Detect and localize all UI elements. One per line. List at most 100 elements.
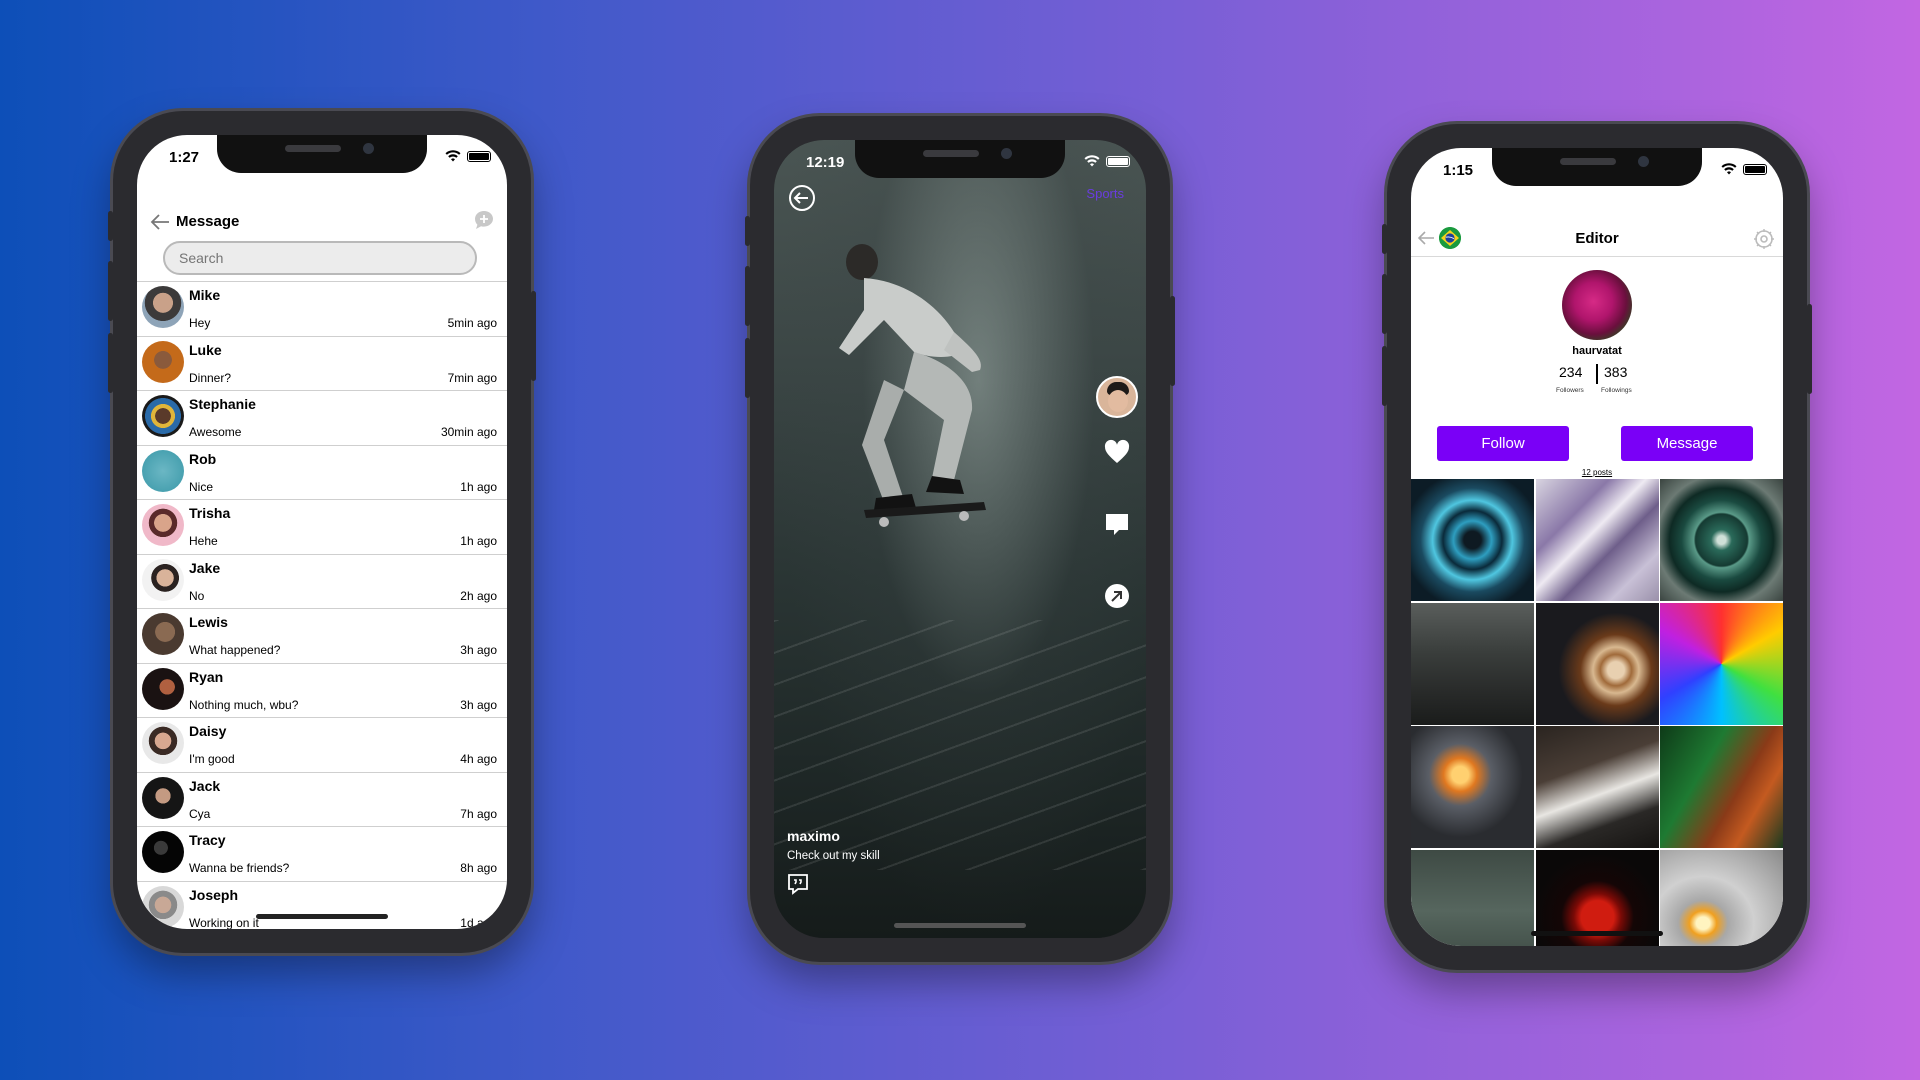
last-message: No xyxy=(189,588,205,603)
status-time: 1:15 xyxy=(1443,162,1474,179)
last-message: What happened? xyxy=(189,643,281,657)
video-frame[interactable] xyxy=(774,140,1146,938)
phone-messages: 1:27 Message Mike Hey 5min ago Luke Dinn… xyxy=(108,111,536,953)
back-circle-icon[interactable] xyxy=(788,184,816,212)
action-rail xyxy=(1094,376,1140,654)
avatar xyxy=(142,504,184,546)
list-item[interactable]: Tracy Wanna be friends? 8h ago xyxy=(137,826,507,879)
battery-icon xyxy=(1743,163,1767,175)
search-input[interactable] xyxy=(163,241,477,275)
post-thumbnail[interactable] xyxy=(1535,479,1659,601)
last-message: Dinner? xyxy=(189,370,232,385)
last-message: I'm good xyxy=(189,752,235,766)
video-username[interactable]: maximo xyxy=(787,828,840,844)
list-item[interactable]: Lewis What happened? 3h ago xyxy=(137,608,507,661)
message-time: 2h ago xyxy=(460,588,497,603)
avatar xyxy=(142,831,184,873)
message-time: 7h ago xyxy=(460,806,497,821)
last-message: Nice xyxy=(189,479,214,494)
list-item[interactable]: Jake No 2h ago xyxy=(137,553,507,607)
post-thumbnail[interactable] xyxy=(1660,479,1783,601)
profile-header: Editor xyxy=(1411,222,1783,257)
page-title: Message xyxy=(176,213,240,230)
phone-video: 12:19 Sports maximo Check out my skill xyxy=(745,116,1175,962)
list-item[interactable]: Rob Nice 1h ago xyxy=(137,444,507,498)
quote-comment-icon[interactable] xyxy=(786,872,810,896)
list-item[interactable]: Ryan Nothing much, wbu? 3h ago xyxy=(137,662,507,716)
compose-bubble-icon[interactable] xyxy=(473,209,495,231)
contact-name: Trisha xyxy=(189,505,231,521)
contact-name: Jack xyxy=(189,777,221,794)
post-thumbnail[interactable] xyxy=(1411,849,1534,946)
list-item[interactable]: Stephanie Awesome 30min ago xyxy=(137,390,507,443)
last-message: Cya xyxy=(189,806,211,821)
message-time: 3h ago xyxy=(460,643,497,657)
avatar xyxy=(142,667,184,710)
home-indicator[interactable] xyxy=(894,923,1026,928)
message-time: 30min ago xyxy=(440,425,497,439)
list-item[interactable]: Daisy I'm good 4h ago xyxy=(137,717,507,770)
contact-name: Stephanie xyxy=(189,396,256,412)
last-message: Hey xyxy=(189,316,211,330)
list-item[interactable]: Joseph Working on it 1d ago xyxy=(137,880,507,930)
post-thumbnail[interactable] xyxy=(1660,849,1783,946)
status-bar: 1:15 xyxy=(1411,160,1783,184)
avatar xyxy=(142,449,184,492)
home-indicator[interactable] xyxy=(1531,931,1663,936)
message-time: 1h ago xyxy=(460,534,497,548)
posts-count[interactable]: 12 posts xyxy=(1411,468,1783,477)
share-icon[interactable] xyxy=(1103,582,1131,610)
post-thumbnail[interactable] xyxy=(1411,726,1534,848)
list-item[interactable]: Mike Hey 5min ago xyxy=(137,281,507,334)
creator-avatar[interactable] xyxy=(1096,376,1138,418)
message-time: 7min ago xyxy=(447,370,497,385)
list-item[interactable]: Jack Cya 7h ago xyxy=(137,771,507,825)
post-thumbnail[interactable] xyxy=(1535,726,1659,848)
video-caption: Check out my skill xyxy=(787,850,880,862)
category-label[interactable]: Sports xyxy=(1086,186,1124,201)
gear-icon[interactable] xyxy=(1753,228,1775,250)
last-message: Hehe xyxy=(189,534,218,548)
avatar xyxy=(142,722,184,764)
status-time: 12:19 xyxy=(806,154,845,171)
last-message: Wanna be friends? xyxy=(189,861,290,875)
message-time: 1h ago xyxy=(460,479,497,494)
post-thumbnail[interactable] xyxy=(1411,479,1534,601)
post-thumbnail[interactable] xyxy=(1660,726,1783,848)
post-thumbnail[interactable] xyxy=(1535,602,1659,725)
list-item[interactable]: Luke Dinner? 7min ago xyxy=(137,335,507,389)
contact-name: Rob xyxy=(189,450,217,467)
heart-icon[interactable] xyxy=(1103,438,1131,466)
post-thumbnail[interactable] xyxy=(1411,602,1534,725)
battery-icon xyxy=(467,150,491,162)
last-message: Awesome xyxy=(189,425,242,439)
message-time: 4h ago xyxy=(460,752,497,766)
wifi-icon xyxy=(1721,163,1737,175)
wifi-icon xyxy=(1084,155,1100,167)
contact-name: Mike xyxy=(189,287,221,303)
contact-name: Tracy xyxy=(189,832,226,848)
post-thumbnail[interactable] xyxy=(1660,602,1783,725)
follow-button[interactable]: Follow xyxy=(1437,426,1569,461)
last-message: Working on it xyxy=(189,915,259,930)
video-screen: 12:19 Sports maximo Check out my skill xyxy=(774,140,1146,938)
back-arrow-icon[interactable] xyxy=(149,211,171,233)
home-indicator[interactable] xyxy=(256,914,388,919)
message-button[interactable]: Message xyxy=(1621,426,1753,461)
avatar xyxy=(142,776,184,819)
message-time: 3h ago xyxy=(460,697,497,712)
contact-name: Luke xyxy=(189,341,222,358)
page-title: Editor xyxy=(1575,230,1619,247)
battery-icon xyxy=(1106,155,1130,167)
contact-name: Ryan xyxy=(189,668,224,685)
followers-count[interactable]: 234 xyxy=(1559,364,1582,380)
skater-figure xyxy=(839,244,986,527)
avatar[interactable] xyxy=(1562,270,1632,340)
status-time: 1:27 xyxy=(169,149,200,166)
followings-count[interactable]: 383 xyxy=(1604,364,1627,380)
avatar xyxy=(142,395,184,437)
contact-name: Daisy xyxy=(189,723,227,739)
comment-icon[interactable] xyxy=(1103,510,1131,538)
status-bar: 1:27 xyxy=(137,147,507,171)
list-item[interactable]: Trisha Hehe 1h ago xyxy=(137,499,507,552)
